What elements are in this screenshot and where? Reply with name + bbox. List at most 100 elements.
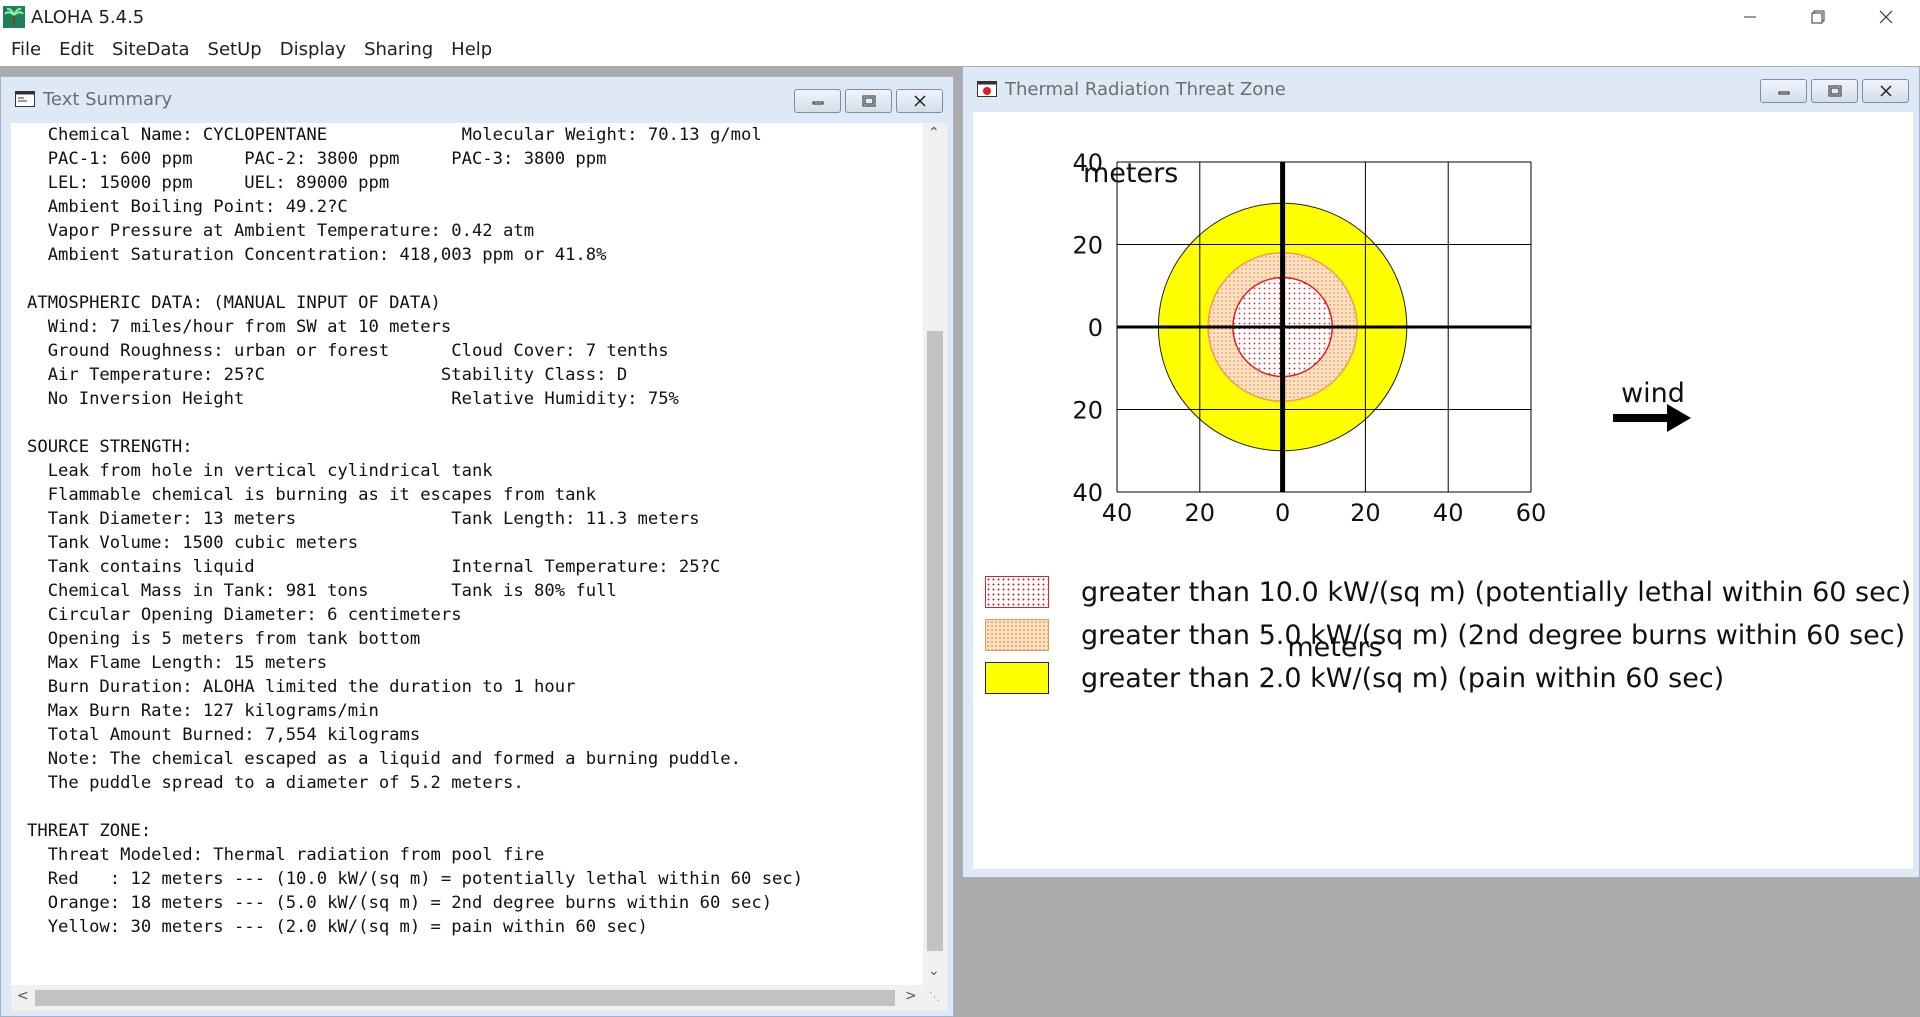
x-tick-label: 20	[1185, 499, 1216, 527]
wind-label: wind	[1621, 378, 1685, 409]
menu-setup[interactable]: SetUp	[199, 34, 271, 66]
summary-line: THREAT ZONE:	[27, 821, 152, 841]
minimize-icon	[1744, 16, 1756, 18]
menu-sitedata[interactable]: SiteData	[103, 34, 199, 66]
menu-bar: File Edit SiteData SetUp Display Sharing…	[0, 34, 1920, 66]
close-icon	[913, 95, 926, 107]
summary-line: Max Burn Rate: 127 kilograms/min	[27, 701, 379, 721]
summary-line: Tank Volume: 1500 cubic meters	[27, 533, 359, 553]
menu-display[interactable]: Display	[271, 34, 355, 66]
menu-help[interactable]: Help	[442, 34, 501, 66]
y-tick-label: 40	[1072, 479, 1103, 507]
x-tick-label: 60	[1516, 499, 1547, 527]
summary-line: SOURCE STRENGTH:	[27, 437, 193, 457]
scroll-left-icon[interactable]: <	[17, 988, 29, 1004]
summary-line: Yellow: 30 meters --- (2.0 kW/(sq m) = p…	[27, 917, 648, 937]
x-tick-label: 40	[1102, 499, 1133, 527]
threat-zone-window: Thermal Radiation Threat Zone 40 20 0 20…	[962, 66, 1920, 878]
summary-line: Circular Opening Diameter: 6 centimeters	[27, 605, 462, 625]
maximize-icon	[862, 95, 875, 107]
text-close-button[interactable]	[896, 89, 943, 113]
vertical-scrollbar[interactable]: ⌃ ⌄	[923, 123, 947, 985]
summary-line: No Inversion Height Relative Humidity: 7…	[27, 389, 679, 409]
summary-line: Ground Roughness: urban or forest Cloud …	[27, 341, 669, 361]
minimize-icon	[1778, 91, 1789, 95]
x-tick-label: 0	[1275, 499, 1290, 527]
summary-line: Chemical Name: CYCLOPENTANE Molecular We…	[27, 125, 762, 145]
text-summary-content[interactable]: Chemical Name: CYCLOPENTANE Molecular We…	[11, 123, 923, 985]
summary-line: Tank contains liquid Internal Temperatur…	[27, 557, 721, 577]
zone-maximize-button[interactable]	[1811, 79, 1858, 103]
menu-edit[interactable]: Edit	[50, 34, 103, 66]
app-titlebar: ALOHA 5.4.5	[0, 0, 1920, 34]
vertical-scroll-thumb[interactable]	[927, 331, 943, 951]
summary-line: Ambient Saturation Concentration: 418,00…	[27, 245, 607, 265]
summary-line: Total Amount Burned: 7,554 kilograms	[27, 725, 421, 745]
legend-yellow: greater than 2.0 kW/(sq m) (pain within …	[985, 662, 1724, 694]
threat-zone-plot-area: 40 20 0 20 40 60 40 20 0 20 40 meters meters wind …	[973, 112, 1913, 869]
y-tick-label: 0	[1088, 314, 1103, 342]
summary-line: PAC-1: 600 ppm PAC-2: 3800 ppm PAC-3: 38…	[27, 149, 607, 169]
menu-file[interactable]: File	[2, 34, 50, 66]
y-axis-unit-label: meters	[1083, 158, 1178, 189]
close-icon	[1879, 10, 1893, 24]
text-summary-title: Text Summary	[43, 88, 173, 110]
legend-red: greater than 10.0 kW/(sq m) (potentially…	[985, 576, 1911, 608]
horizontal-scrollbar[interactable]: < > ⋱	[11, 985, 947, 1011]
summary-line: Air Temperature: 25?C Stability Class: D	[27, 365, 628, 385]
restore-icon	[1811, 10, 1825, 24]
restore-button[interactable]	[1784, 0, 1852, 34]
minimize-icon	[812, 101, 823, 105]
legend-orange-label: greater than 5.0 kW/(sq m) (2nd degree b…	[1081, 619, 1906, 651]
resize-grip-icon[interactable]: ⋱	[929, 990, 940, 1003]
text-summary-titlebar[interactable]: Text Summary	[1, 77, 953, 121]
text-minimize-button[interactable]	[794, 89, 841, 113]
summary-line: Flammable chemical is burning as it esca…	[27, 485, 597, 505]
zone-minimize-button[interactable]	[1760, 79, 1807, 103]
app-title: ALOHA 5.4.5	[31, 6, 145, 28]
summary-line: Threat Modeled: Thermal radiation from p…	[27, 845, 545, 865]
summary-line: Orange: 18 meters --- (5.0 kW/(sq m) = 2…	[27, 893, 773, 913]
minimize-button[interactable]	[1716, 0, 1784, 34]
summary-line: Leak from hole in vertical cylindrical t…	[27, 461, 493, 481]
legend-orange-swatch	[985, 619, 1049, 651]
summary-line	[27, 267, 923, 291]
palm-tree-icon	[3, 6, 25, 28]
summary-line: Vapor Pressure at Ambient Temperature: 0…	[27, 221, 535, 241]
scroll-right-icon[interactable]: >	[905, 988, 917, 1004]
threat-zone-icon	[977, 81, 997, 97]
summary-line	[27, 795, 923, 819]
summary-line: Ambient Boiling Point: 49.2?C	[27, 197, 348, 217]
menu-sharing[interactable]: Sharing	[355, 34, 442, 66]
y-tick-label: 20	[1072, 397, 1103, 425]
summary-line	[27, 411, 923, 435]
summary-line: The puddle spread to a diameter of 5.2 m…	[27, 773, 524, 793]
x-tick-label: 40	[1433, 499, 1464, 527]
close-icon	[1879, 85, 1892, 97]
summary-line: Burn Duration: ALOHA limited the duratio…	[27, 677, 576, 697]
zone-close-button[interactable]	[1862, 79, 1909, 103]
legend-yellow-label: greater than 2.0 kW/(sq m) (pain within …	[1081, 662, 1725, 694]
text-summary-icon	[15, 91, 35, 107]
summary-text: Chemical Name: CYCLOPENTANE Molecular We…	[11, 123, 923, 939]
scroll-up-icon[interactable]: ⌃	[928, 125, 940, 141]
summary-line: Opening is 5 meters from tank bottom	[27, 629, 421, 649]
legend-red-swatch	[985, 576, 1049, 608]
text-maximize-button[interactable]	[845, 89, 892, 113]
x-tick-label: 20	[1350, 499, 1381, 527]
horizontal-scroll-thumb[interactable]	[35, 990, 895, 1006]
maximize-icon	[1828, 85, 1841, 97]
threat-zone-titlebar[interactable]: Thermal Radiation Threat Zone	[963, 67, 1919, 111]
summary-line: LEL: 15000 ppm UEL: 89000 ppm	[27, 173, 390, 193]
text-summary-window: Text Summary Chemical Name: CYCLOPENTANE…	[0, 76, 954, 1017]
scroll-down-icon[interactable]: ⌄	[928, 963, 940, 979]
legend-orange: greater than 5.0 kW/(sq m) (2nd degree b…	[985, 619, 1905, 651]
summary-line: ATMOSPHERIC DATA: (MANUAL INPUT OF DATA)	[27, 293, 441, 313]
legend-red-label: greater than 10.0 kW/(sq m) (potentially…	[1081, 576, 1912, 608]
mdi-workspace: Text Summary Chemical Name: CYCLOPENTANE…	[0, 66, 1920, 1017]
summary-line: Wind: 7 miles/hour from SW at 10 meters	[27, 317, 452, 337]
threat-zone-title: Thermal Radiation Threat Zone	[1005, 78, 1286, 100]
summary-line: Chemical Mass in Tank: 981 tons Tank is …	[27, 581, 617, 601]
summary-line: Note: The chemical escaped as a liquid a…	[27, 749, 741, 769]
close-button[interactable]	[1852, 0, 1920, 34]
